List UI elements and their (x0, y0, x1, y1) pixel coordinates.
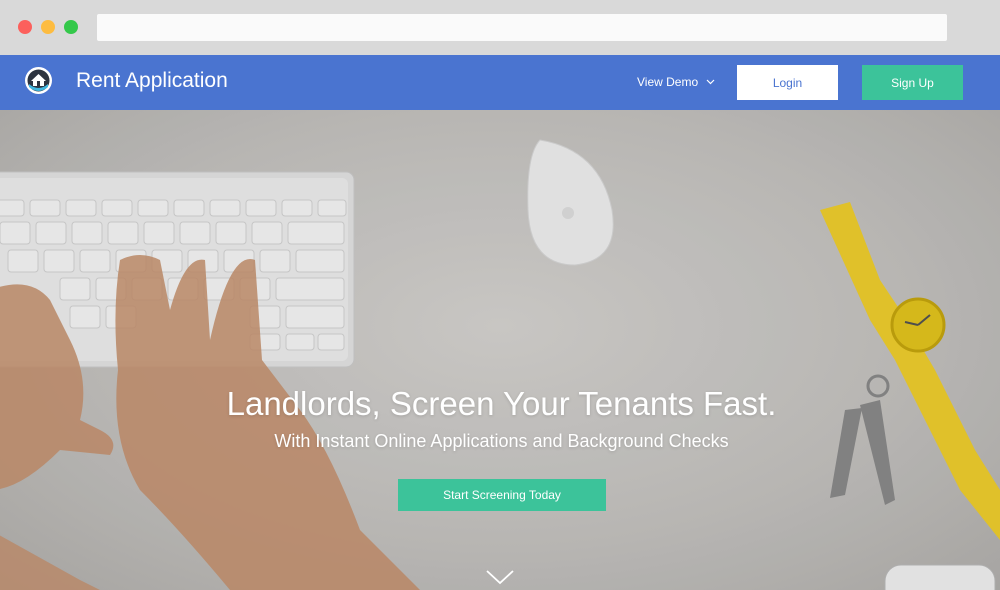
chevron-down-icon (706, 79, 715, 85)
chevron-down-icon[interactable] (485, 568, 515, 586)
hero-section: Landlords, Screen Your Tenants Fast. Wit… (0, 110, 1000, 590)
login-button[interactable]: Login (737, 65, 838, 100)
maximize-window-button[interactable] (64, 20, 78, 34)
close-window-button[interactable] (18, 20, 32, 34)
minimize-window-button[interactable] (41, 20, 55, 34)
signup-button[interactable]: Sign Up (862, 65, 963, 100)
view-demo-dropdown[interactable]: View Demo (637, 74, 715, 90)
brand-name[interactable]: Rent Application (76, 67, 228, 95)
start-screening-button[interactable]: Start Screening Today (398, 479, 606, 511)
hero-headline: Landlords, Screen Your Tenants Fast. (226, 385, 777, 422)
house-logo-icon[interactable] (24, 66, 53, 95)
view-demo-label: View Demo (637, 75, 699, 89)
hero-subheadline: With Instant Online Applications and Bac… (274, 431, 729, 451)
address-bar[interactable] (97, 14, 947, 41)
browser-chrome (0, 0, 1000, 55)
hero-background-image (0, 110, 1000, 590)
